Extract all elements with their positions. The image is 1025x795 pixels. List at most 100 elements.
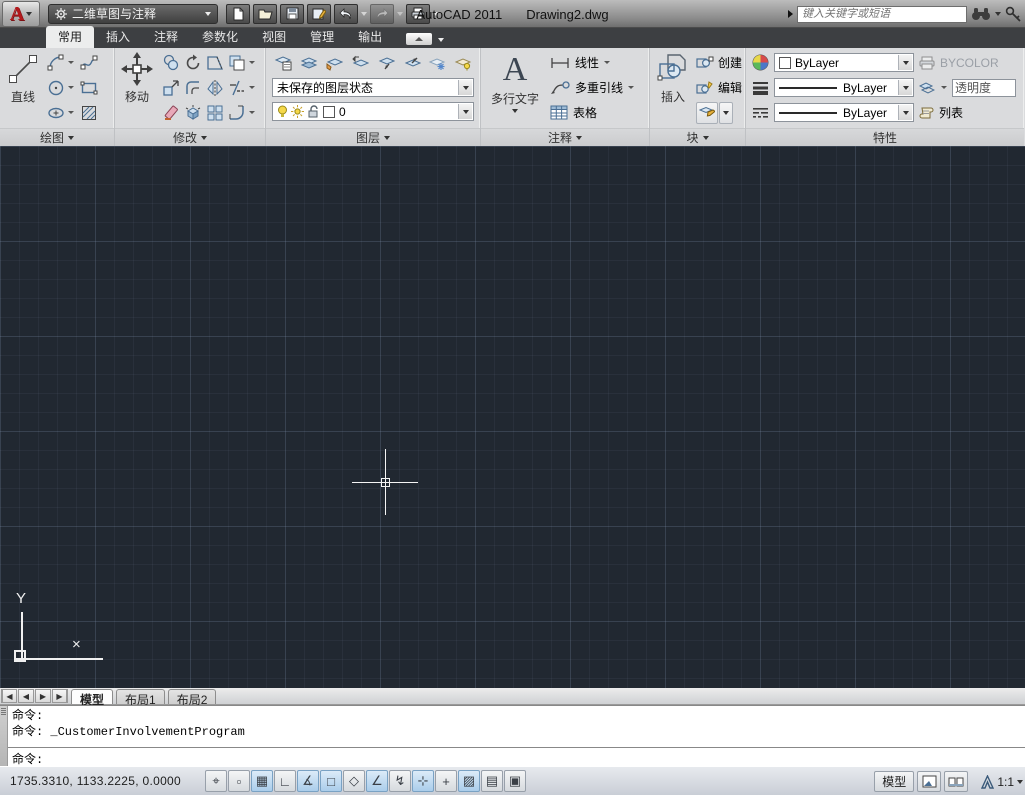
copy-button[interactable] — [160, 52, 182, 74]
layer-properties-button[interactable] — [272, 52, 294, 74]
ellipse-dropdown-caret[interactable] — [68, 111, 74, 114]
table-button[interactable]: 表格 — [550, 100, 634, 125]
first-tab-button[interactable]: ◀ — [1, 689, 17, 703]
draw-panel-label[interactable]: 绘图 — [0, 128, 114, 146]
layer-freeze-button[interactable] — [426, 52, 448, 74]
layer-state-dropdown[interactable]: 未保存的图层状态 — [272, 78, 474, 97]
qat-customize-caret[interactable] — [433, 12, 439, 16]
plot-button[interactable] — [406, 4, 430, 24]
tab-insert[interactable]: 插入 — [94, 26, 142, 48]
3d-object-snap-toggle[interactable]: ◇ — [343, 770, 365, 792]
list-label[interactable]: 列表 — [939, 104, 963, 121]
drawing-canvas[interactable]: Y × — [0, 146, 1025, 688]
tab-manage[interactable]: 管理 — [298, 26, 346, 48]
linetype-dropdown[interactable]: ByLayer — [774, 103, 914, 122]
redo-button[interactable] — [370, 4, 394, 24]
layer-current-button[interactable] — [323, 52, 345, 74]
layer-isolate-button[interactable] — [375, 52, 397, 74]
linear-caret[interactable] — [604, 61, 610, 64]
search-binoculars-icon[interactable] — [971, 7, 991, 21]
fillet-caret[interactable] — [249, 111, 255, 114]
array-button[interactable] — [204, 102, 226, 124]
move-button[interactable]: 移动 — [118, 50, 156, 107]
transparency-caret[interactable] — [941, 86, 947, 89]
annotation-panel-label[interactable]: 注释 — [481, 128, 649, 146]
explode-button[interactable] — [182, 102, 204, 124]
ortho-mode-toggle[interactable]: ∟ — [274, 770, 296, 792]
draw-order-button[interactable] — [226, 52, 248, 74]
grid-display-toggle[interactable]: ▦ — [251, 770, 273, 792]
quick-properties-toggle[interactable]: ▤ — [481, 770, 503, 792]
edit-attributes-caret[interactable] — [719, 102, 733, 124]
layer-unisolate-button[interactable] — [401, 52, 423, 74]
undo-dropdown-caret[interactable] — [361, 12, 367, 16]
multileader-caret[interactable] — [628, 86, 634, 89]
tab-view[interactable]: 视图 — [250, 26, 298, 48]
fillet-button[interactable] — [226, 102, 248, 124]
offset-button[interactable] — [182, 77, 204, 99]
trim-caret[interactable] — [249, 86, 255, 89]
object-color-icon[interactable] — [752, 54, 769, 71]
save-as-button[interactable] — [307, 4, 331, 24]
subscription-key-icon[interactable] — [1005, 6, 1023, 22]
properties-panel-label[interactable]: 特性 — [746, 128, 1024, 146]
ellipse-button[interactable] — [45, 102, 67, 124]
circle-dropdown-caret[interactable] — [68, 86, 74, 89]
insert-block-button[interactable]: 插入 — [653, 50, 693, 107]
mtext-button[interactable]: A 多行文字 — [484, 50, 546, 115]
tab-layout1[interactable]: 布局1 — [116, 689, 165, 704]
object-snap-tracking-toggle[interactable]: ∠ — [366, 770, 388, 792]
layer-dropdown[interactable]: 0 — [272, 102, 474, 121]
next-tab-button[interactable]: ▶ — [35, 689, 51, 703]
transparency-field[interactable] — [952, 79, 1016, 97]
tab-parametric[interactable]: 参数化 — [190, 26, 250, 48]
layer-off-button[interactable] — [452, 52, 474, 74]
stretch-button[interactable] — [204, 52, 226, 74]
last-tab-button[interactable]: ▶ — [52, 689, 68, 703]
edit-attributes-button[interactable] — [696, 102, 718, 124]
erase-button[interactable] — [160, 102, 182, 124]
mirror-button[interactable] — [204, 77, 226, 99]
circle-button[interactable] — [45, 77, 67, 99]
search-options-caret[interactable] — [995, 12, 1001, 16]
object-snap-toggle[interactable]: □ — [320, 770, 342, 792]
linear-dimension-button[interactable]: 线性 — [550, 50, 634, 75]
multileader-button[interactable]: 多重引线 — [550, 75, 634, 100]
coordinate-readout[interactable]: 1735.3310, 1133.2225, 0.0000 — [0, 774, 205, 788]
quick-view-layouts-button[interactable] — [917, 771, 941, 792]
rectangle-button[interactable] — [78, 77, 100, 99]
undo-button[interactable] — [334, 4, 358, 24]
workspace-switcher[interactable]: 二维草图与注释 — [48, 4, 218, 24]
layer-match-button[interactable] — [298, 52, 320, 74]
create-block-button[interactable]: 创建 — [696, 50, 742, 75]
arc-dropdown-caret[interactable] — [68, 61, 74, 64]
selection-cycling-toggle[interactable]: ▣ — [504, 770, 526, 792]
infocenter-expand-icon[interactable] — [788, 10, 793, 18]
snap-mode-toggle[interactable]: ▫ — [228, 770, 250, 792]
model-space-button[interactable]: 模型 — [874, 771, 914, 792]
prev-tab-button[interactable]: ◀ — [18, 689, 34, 703]
ribbon-minimize-caret[interactable] — [438, 38, 444, 42]
hatch-button[interactable] — [78, 102, 100, 124]
dynamic-ucs-toggle[interactable]: ↯ — [389, 770, 411, 792]
linetype-icon[interactable] — [752, 106, 769, 120]
block-panel-label[interactable]: 块 — [650, 128, 745, 146]
polar-tracking-toggle[interactable]: ∡ — [297, 770, 319, 792]
lineweight-icon[interactable] — [752, 81, 769, 95]
open-file-button[interactable] — [253, 4, 277, 24]
polyline-button[interactable] — [78, 52, 100, 74]
save-button[interactable] — [280, 4, 304, 24]
transparency-toggle[interactable]: ▨ — [458, 770, 480, 792]
edit-block-button[interactable]: 编辑 — [696, 75, 742, 100]
command-history[interactable]: 命令: 命令: _CustomerInvolvementProgram — [8, 706, 1025, 747]
line-button[interactable]: 直线 — [3, 50, 43, 107]
new-file-button[interactable] — [226, 4, 250, 24]
application-menu-button[interactable]: A — [2, 1, 40, 27]
tab-output[interactable]: 输出 — [346, 26, 394, 48]
layers-panel-label[interactable]: 图层 — [266, 128, 480, 146]
quick-view-drawings-button[interactable] — [944, 771, 968, 792]
object-color-dropdown[interactable]: ByLayer — [774, 53, 914, 72]
modify-panel-label[interactable]: 修改 — [115, 128, 265, 146]
rotate-button[interactable] — [182, 52, 204, 74]
command-prompt-input[interactable]: 命令: — [8, 747, 1025, 766]
